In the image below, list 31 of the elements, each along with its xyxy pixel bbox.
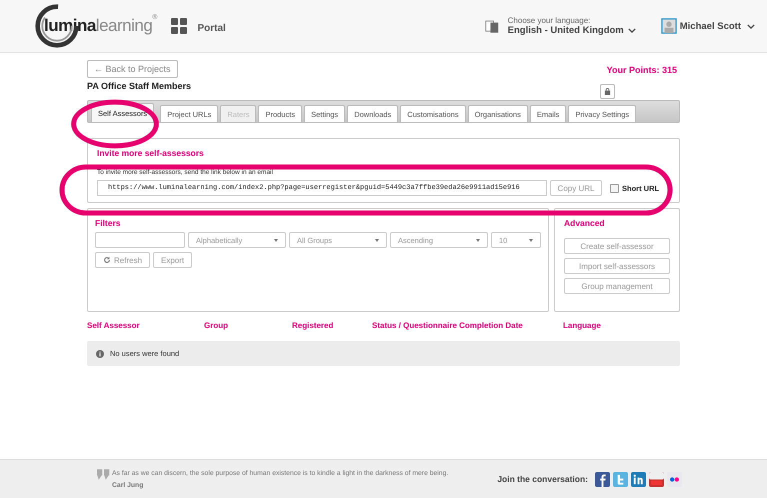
column-header: Language bbox=[563, 321, 601, 330]
panel-title: Advanced bbox=[564, 218, 606, 228]
info-icon bbox=[96, 350, 104, 358]
points-label: Your Points: 315 bbox=[606, 65, 677, 75]
panel-title: Invite more self-assessors bbox=[97, 148, 205, 158]
panel-title: Filters bbox=[95, 218, 122, 228]
back-button[interactable]: ← Back to Projects bbox=[87, 60, 178, 78]
social-label: Join the conversation: bbox=[497, 474, 588, 484]
quote-icon bbox=[97, 468, 111, 480]
language-select[interactable]: English - United Kingdom bbox=[508, 25, 636, 36]
linkedin-icon[interactable] bbox=[631, 472, 646, 486]
search-field[interactable] bbox=[95, 232, 185, 248]
flickr-icon[interactable] bbox=[667, 472, 682, 486]
avatar-icon[interactable] bbox=[660, 18, 677, 34]
refresh-icon bbox=[103, 256, 111, 264]
column-header: Status / Questionnaire Completion Date bbox=[372, 321, 524, 330]
language-label: Choose your language: bbox=[508, 16, 592, 25]
checkbox[interactable] bbox=[610, 184, 619, 192]
translate-icon bbox=[484, 18, 499, 34]
column-header: Registered bbox=[292, 321, 334, 330]
facebook-icon[interactable] bbox=[595, 472, 610, 486]
lock-icon bbox=[604, 88, 611, 95]
column-header: Group bbox=[204, 321, 229, 330]
lock-button[interactable] bbox=[600, 84, 615, 99]
column-header: Self Assessor bbox=[87, 321, 141, 330]
chevron-icon bbox=[747, 24, 755, 28]
portal-link[interactable]: Portal bbox=[197, 22, 226, 34]
chevron-icon bbox=[628, 28, 636, 33]
user-menu[interactable]: Michael Scott bbox=[680, 20, 755, 32]
project-title: PA Office Staff Members bbox=[87, 81, 192, 91]
grid-icon[interactable] bbox=[171, 18, 188, 34]
